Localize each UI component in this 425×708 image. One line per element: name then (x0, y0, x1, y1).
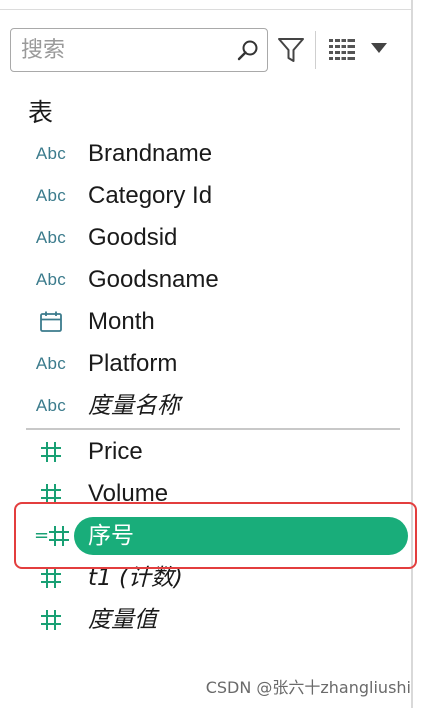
abc-icon: Abc (35, 354, 67, 373)
field-label: Brandname (88, 140, 213, 167)
field-item-brandname[interactable]: Abc Brandname (18, 134, 403, 174)
abc-icon: Abc (35, 144, 67, 163)
dimension-measure-divider (26, 428, 400, 430)
section-title: 表 (28, 98, 54, 127)
watermark: CSDN @张六十zhangliushi (205, 678, 411, 697)
list-view-icon[interactable] (329, 38, 355, 60)
data-pane: 表 Abc Brandname Abc Category Id Abc Good… (0, 0, 411, 708)
field-item-measure-values[interactable]: 度量值 (18, 600, 403, 640)
field-item-category-id[interactable]: Abc Category Id (18, 176, 403, 216)
search-icon[interactable] (235, 38, 261, 64)
field-label: 度量名称 (88, 393, 180, 419)
abc-icon: Abc (35, 396, 67, 415)
field-item-measure-names[interactable]: Abc 度量名称 (18, 386, 403, 426)
annotation-highlight-box (14, 502, 417, 569)
field-label: Goodsname (88, 266, 219, 293)
hash-icon (18, 432, 84, 472)
filter-icon[interactable] (276, 35, 306, 65)
field-item-month[interactable]: Month (18, 302, 403, 342)
abc-icon: Abc (35, 228, 67, 247)
search-input[interactable] (21, 33, 221, 67)
chevron-down-icon[interactable] (370, 42, 388, 54)
field-label: Month (88, 308, 155, 335)
field-label: Category Id (88, 182, 213, 209)
field-item-platform[interactable]: Abc Platform (18, 344, 403, 384)
abc-icon: Abc (35, 186, 67, 205)
field-label: 度量值 (88, 607, 157, 633)
field-label: Price (88, 438, 143, 465)
hash-icon (18, 600, 84, 640)
field-item-goodsid[interactable]: Abc Goodsid (18, 218, 403, 258)
field-item-goodsname[interactable]: Abc Goodsname (18, 260, 403, 300)
field-item-price[interactable]: Price (18, 432, 403, 472)
pane-right-border[interactable] (411, 0, 413, 708)
top-edge (0, 0, 411, 10)
field-label: Goodsid (88, 224, 178, 251)
toolbar-separator (315, 31, 316, 69)
field-label: Platform (88, 350, 178, 377)
calendar-icon (18, 302, 84, 342)
search-box[interactable] (10, 28, 268, 72)
abc-icon: Abc (35, 270, 67, 289)
